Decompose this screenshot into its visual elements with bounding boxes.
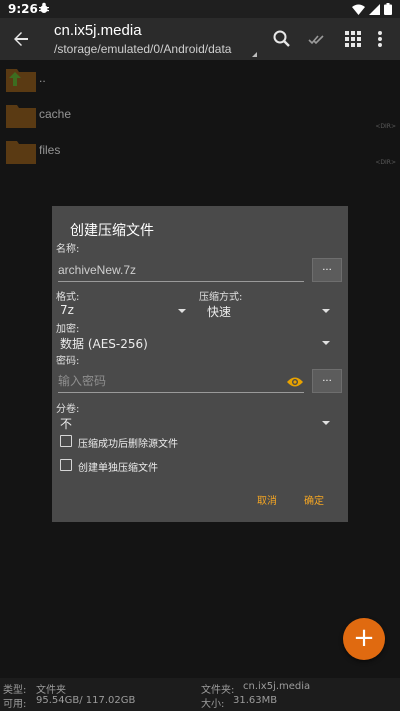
chevron-down-icon [322,421,330,425]
format-value: 7z [60,303,74,317]
wifi-icon [352,4,365,15]
size-label: 大小: [201,699,225,710]
format-dropdown[interactable]: 7z [60,302,186,320]
path-dropdown-icon[interactable] [252,52,257,57]
type-label: 类型: [3,685,27,696]
password-label: 密码: [56,356,80,367]
checkbox-label: 压缩成功后删除源文件 [78,439,178,450]
search-icon[interactable] [271,28,293,50]
eye-icon[interactable] [286,374,304,388]
status-icons [352,3,392,15]
cancel-button[interactable]: 取消 [257,492,277,507]
format-label: 格式: [56,292,80,303]
encrypt-label: 加密: [56,324,80,335]
signal-icon [369,3,380,15]
encrypt-value: 数据 (AES-256) [60,337,148,351]
password-input[interactable] [58,369,304,393]
checkbox-label: 创建单独压缩文件 [78,463,158,474]
double-check-icon[interactable] [306,28,328,50]
chevron-down-icon [178,309,186,313]
archive-name-input[interactable] [58,258,304,282]
bug-icon [38,2,50,17]
more-vert-icon[interactable] [373,28,387,50]
checkbox-box[interactable] [60,435,72,447]
separate-archive-checkbox[interactable]: 创建单独压缩文件 [60,458,210,474]
folder-label: 文件夹: [201,685,235,696]
grid-view-icon[interactable] [342,28,364,50]
chevron-down-icon [322,341,330,345]
name-label: 名称: [56,244,80,255]
browse-name-button[interactable]: ... [312,258,342,282]
browse-password-button[interactable]: ... [312,369,342,393]
battery-icon [384,3,392,15]
add-fab-button[interactable]: + [343,618,385,660]
method-label: 压缩方式: [199,292,243,303]
encrypt-dropdown[interactable]: 数据 (AES-256) [60,334,330,352]
split-value: 不 [60,417,73,431]
size-value: 31.63MB [233,695,278,706]
plus-icon: + [353,623,375,653]
available-value: 95.54GB/ 117.02GB [36,695,136,706]
toolbar-title: cn.ix5j.media [54,22,142,39]
checkbox-box[interactable] [60,459,72,471]
folder-value: cn.ix5j.media [243,681,311,692]
dialog-title: 创建压缩文件 [70,223,154,239]
delete-source-checkbox[interactable]: 压缩成功后删除源文件 [60,434,230,450]
status-bar: 9:26 [0,0,400,18]
toolbar: cn.ix5j.media /storage/emulated/0/Androi… [0,18,400,60]
status-time: 9:26 [8,2,38,16]
split-label: 分卷: [56,404,80,415]
create-archive-dialog: 创建压缩文件 名称: ... 格式: 7z 压缩方式: 快速 加密: 数据 (A… [52,206,348,522]
chevron-down-icon [322,309,330,313]
type-value: 文件夹 [36,685,66,696]
info-bar: 类型: 文件夹 可用: 95.54GB/ 117.02GB 文件夹: cn.ix… [0,678,400,711]
back-arrow-icon[interactable] [10,28,32,50]
ok-button[interactable]: 确定 [304,492,324,507]
available-label: 可用: [3,699,27,710]
toolbar-path[interactable]: /storage/emulated/0/Android/data [54,42,231,56]
split-dropdown[interactable]: 不 [60,414,330,432]
method-dropdown[interactable]: 快速 [207,302,330,320]
method-value: 快速 [207,305,232,319]
